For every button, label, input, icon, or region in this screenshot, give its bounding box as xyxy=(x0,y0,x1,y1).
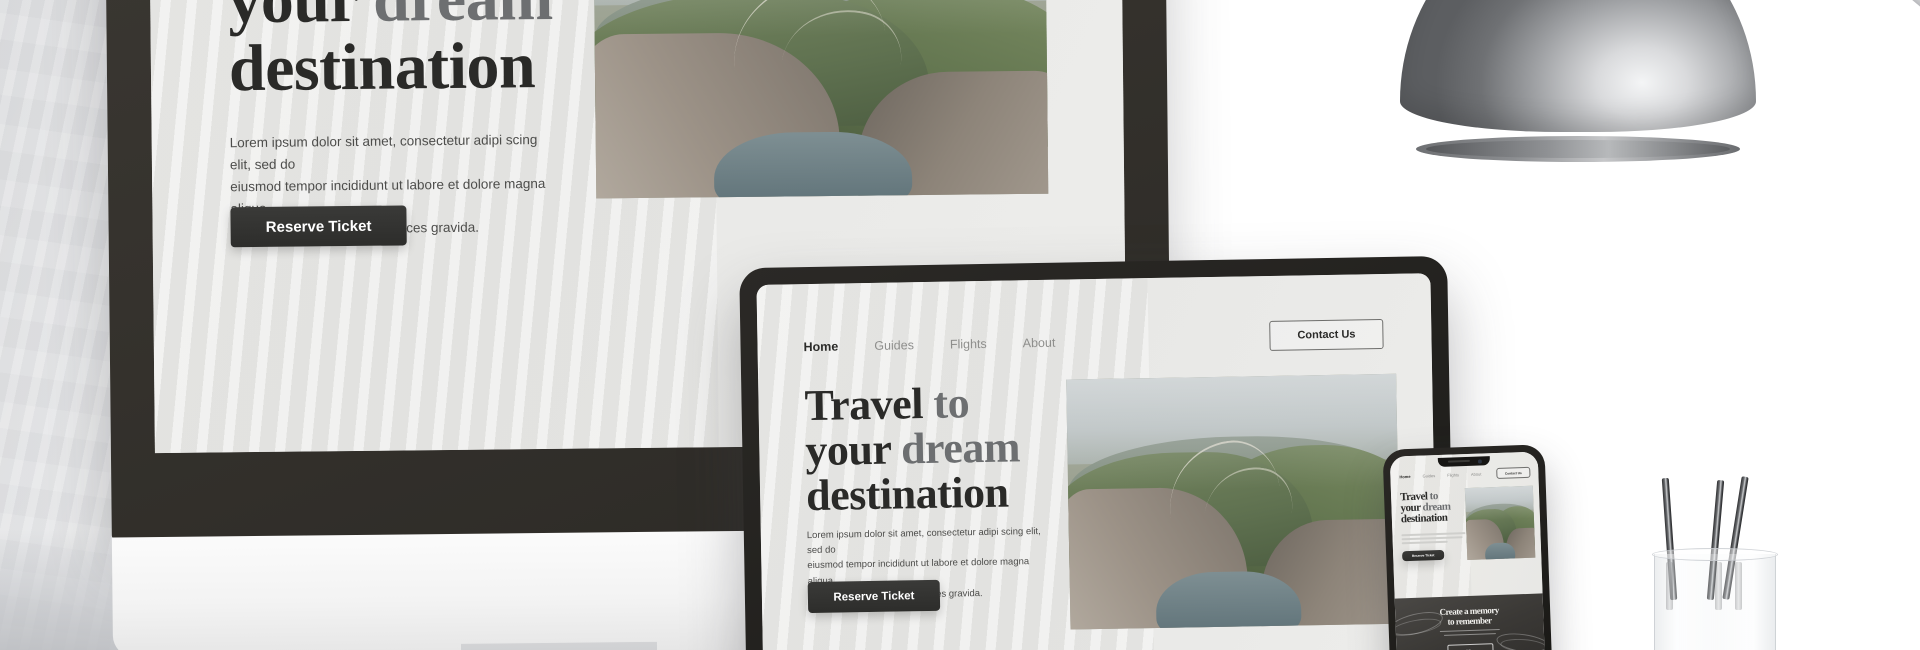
phone-notch xyxy=(1437,456,1491,467)
tablet-nav-item-home[interactable]: Home xyxy=(803,340,838,355)
phone-headline-line-3: destination xyxy=(1400,512,1448,526)
tablet-screen: Home Guides Flights About Contact Us Tra… xyxy=(756,273,1440,650)
lamp-inner-shade xyxy=(1426,140,1730,158)
tablet-hero-paragraph-line-1: Lorem ipsum dolor sit amet, consectetur … xyxy=(806,525,1041,557)
straw-1-submerged xyxy=(1666,562,1673,610)
tablet-headline-word-dream: dream xyxy=(900,422,1021,474)
glass-rim xyxy=(1652,548,1778,561)
tablet-hero-image xyxy=(1066,373,1401,630)
headline-line-3: destination xyxy=(228,28,536,105)
tablet-headline-word-your: your xyxy=(804,424,891,475)
phone-hero-image xyxy=(1464,485,1536,561)
tablet-nav-item-flights[interactable]: Flights xyxy=(950,337,987,352)
phone-hero-headline: Travel to your dream destination xyxy=(1400,490,1473,526)
phone-nav-item-guides[interactable]: Guides xyxy=(1422,473,1435,478)
phone-nav-item-home[interactable]: Home xyxy=(1399,474,1410,479)
lamp-dome xyxy=(1400,0,1756,132)
tablet-device: Home Guides Flights About Contact Us Tra… xyxy=(739,255,1457,650)
phone-nav: Home Guides Flights About xyxy=(1399,471,1481,479)
phone-hero-paragraph xyxy=(1401,532,1466,544)
hero-image xyxy=(593,0,1049,199)
phone-camera-icon xyxy=(1477,458,1482,464)
phone-all-tours-button[interactable]: All Tours xyxy=(1447,643,1494,650)
tablet-headline-line-3: destination xyxy=(805,467,1009,520)
tablet-nav-item-about[interactable]: About xyxy=(1023,336,1056,351)
phone-nav-item-about[interactable]: About xyxy=(1471,471,1482,476)
tablet-headline-word-travel: Travel xyxy=(804,379,924,431)
tablet-hero-headline: Travel to your dream destination xyxy=(804,378,1106,520)
website-tablet: Home Guides Flights About Contact Us Tra… xyxy=(756,273,1440,650)
phone-reserve-ticket-button[interactable]: Reserve Ticket xyxy=(1402,549,1445,562)
tablet-headline-line-1: Travel to xyxy=(804,378,1105,431)
phone-device: Home Guides Flights About Contact Us Tra… xyxy=(1382,444,1556,650)
phone-screen: Home Guides Flights About Contact Us Tra… xyxy=(1389,451,1549,650)
phone-contact-us-button[interactable]: Contact Us xyxy=(1496,466,1531,479)
pendant-lamp xyxy=(1400,0,1756,168)
phone-memory-section: Create a memory to remember All Tours xyxy=(1389,593,1549,650)
glass-with-straws xyxy=(1636,466,1796,650)
phone-memory-title: Create a memory to remember xyxy=(1395,603,1544,629)
tablet-nav-item-guides[interactable]: Guides xyxy=(874,338,914,353)
straw-2-submerged xyxy=(1715,562,1722,610)
tablet-headline-word-to: to xyxy=(933,378,970,428)
monitor-stand-neck xyxy=(460,641,658,650)
phone-memory-body xyxy=(1439,628,1500,636)
reserve-ticket-button[interactable]: Reserve Ticket xyxy=(230,205,407,248)
phone-speaker xyxy=(1447,459,1470,463)
tablet-contact-us-button[interactable]: Contact Us xyxy=(1269,318,1384,351)
tablet-reserve-ticket-button[interactable]: Reserve Ticket xyxy=(807,579,941,614)
phone-nav-item-flights[interactable]: Flights xyxy=(1447,472,1459,477)
scene-root: Home Guides Flights About Contact Us Tra… xyxy=(0,0,1920,650)
hero-paragraph-line-1: Lorem ipsum dolor sit amet, consectetur … xyxy=(229,132,538,173)
phone-hero-section: Home Guides Flights About Contact Us Tra… xyxy=(1389,451,1543,599)
hero-headline: Travel to your dream destination xyxy=(227,0,649,105)
straw-3-submerged xyxy=(1735,562,1742,610)
tablet-headline-line-2: your dream xyxy=(804,422,1106,475)
tablet-nav: Home Guides Flights About xyxy=(803,330,1055,360)
